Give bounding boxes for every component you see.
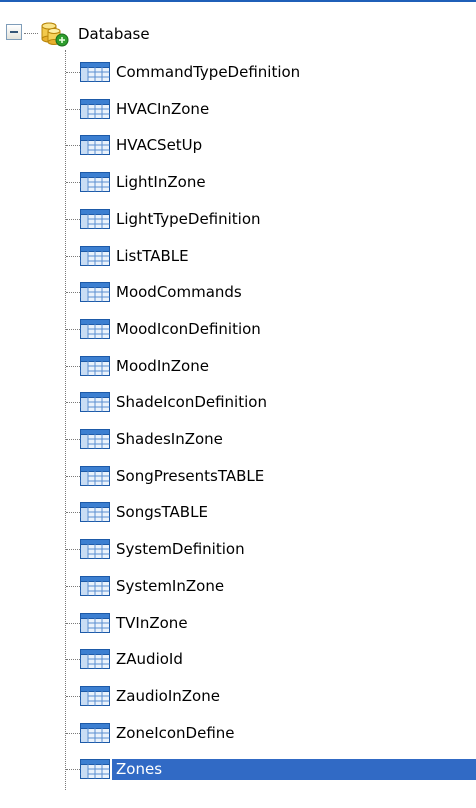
tree-node-label: ShadesInZone [116, 430, 223, 448]
tree-connector [66, 366, 80, 367]
tree-connector [66, 402, 80, 403]
table-icon [80, 502, 110, 522]
tree-node-label: HVACInZone [116, 100, 210, 118]
tree-node-label: CommandTypeDefinition [116, 63, 301, 81]
tree-node-label: ZaudioInZone [116, 687, 220, 705]
tree-connector [66, 696, 80, 697]
table-icon [80, 686, 110, 706]
tree-node-label: SongsTABLE [116, 503, 208, 521]
table-icon [80, 759, 110, 779]
tree-node-label: HVACSetUp [116, 136, 203, 154]
table-icon [80, 356, 110, 376]
tree-node-table[interactable]: ZaudioInZone [0, 682, 476, 710]
tree-connector [66, 329, 80, 330]
tree-connector [66, 109, 80, 110]
tree-connector [66, 623, 80, 624]
table-icon [80, 392, 110, 412]
tree-node-label: Database [78, 25, 150, 43]
tree-node-label: MoodInZone [116, 357, 209, 375]
tree-node-table[interactable]: SystemInZone [0, 572, 476, 600]
tree-node-table[interactable]: MoodCommands [0, 278, 476, 306]
tree-connector [66, 256, 80, 257]
tree-node-label: MoodIconDefinition [116, 320, 261, 338]
table-icon [80, 209, 110, 229]
tree-node-table[interactable]: TVInZone [0, 609, 476, 637]
database-tree: Database CommandTypeDefinition HVACInZone… [0, 2, 476, 808]
tree-node-table[interactable]: Zones [0, 755, 476, 783]
table-icon [80, 282, 110, 302]
tree-node-label: SystemInZone [116, 577, 225, 595]
table-icon [80, 723, 110, 743]
table-icon [80, 246, 110, 266]
table-icon [80, 649, 110, 669]
table-icon [80, 172, 110, 192]
tree-node-table[interactable]: SystemDefinition [0, 535, 476, 563]
tree-connector [65, 50, 66, 790]
tree-node-table[interactable]: ListTABLE [0, 242, 476, 270]
table-icon [80, 613, 110, 633]
tree-connector [66, 72, 80, 73]
table-icon [80, 135, 110, 155]
table-icon [80, 539, 110, 559]
table-icon [80, 62, 110, 82]
tree-node-label: ShadeIconDefinition [116, 393, 267, 411]
tree-connector [66, 292, 80, 293]
tree-view-panel: Database CommandTypeDefinition HVACInZone… [0, 0, 476, 808]
tree-node-table[interactable]: ShadeIconDefinition [0, 388, 476, 416]
tree-node-label: MoodCommands [116, 283, 242, 301]
tree-node-table[interactable]: ShadesInZone [0, 425, 476, 453]
tree-node-table[interactable]: LightInZone [0, 168, 476, 196]
database-icon [41, 22, 69, 47]
tree-node-label: TVInZone [116, 614, 188, 632]
tree-connector [66, 182, 80, 183]
tree-node-table[interactable]: SongsTABLE [0, 498, 476, 526]
table-icon [80, 466, 110, 486]
tree-node-label: ZoneIconDefine [116, 724, 235, 742]
tree-node-table[interactable]: SongPresentsTABLE [0, 462, 476, 490]
tree-connector [66, 769, 80, 770]
tree-node-table[interactable]: HVACSetUp [0, 131, 476, 159]
tree-node-label: LightInZone [116, 173, 206, 191]
tree-node-label: SongPresentsTABLE [116, 467, 265, 485]
table-icon [80, 99, 110, 119]
table-icon [80, 576, 110, 596]
tree-connector [66, 586, 80, 587]
tree-node-table[interactable]: LightTypeDefinition [0, 205, 476, 233]
tree-node-label: Zones [112, 759, 476, 780]
tree-node-label: ListTABLE [116, 247, 189, 265]
table-icon [80, 319, 110, 339]
tree-connector [66, 733, 80, 734]
tree-node-table[interactable]: ZoneIconDefine [0, 719, 476, 747]
tree-node-database[interactable]: Database [40, 20, 152, 48]
tree-node-label: ZAudioId [116, 650, 183, 668]
tree-node-table[interactable]: MoodInZone [0, 352, 476, 380]
table-icon [80, 429, 110, 449]
tree-node-table[interactable]: ZAudioId [0, 645, 476, 673]
tree-node-table[interactable]: CommandTypeDefinition [0, 58, 476, 86]
tree-node-label: SystemDefinition [116, 540, 245, 558]
tree-node-label: LightTypeDefinition [116, 210, 261, 228]
tree-node-table[interactable]: MoodIconDefinition [0, 315, 476, 343]
tree-connector [66, 549, 80, 550]
tree-connector [66, 145, 80, 146]
tree-connector [66, 219, 80, 220]
tree-node-table[interactable]: HVACInZone [0, 95, 476, 123]
tree-connector [66, 512, 80, 513]
tree-connector [24, 33, 38, 34]
tree-connector [66, 659, 80, 660]
collapse-toggle-icon[interactable] [6, 24, 22, 40]
tree-connector [66, 439, 80, 440]
tree-connector [66, 476, 80, 477]
